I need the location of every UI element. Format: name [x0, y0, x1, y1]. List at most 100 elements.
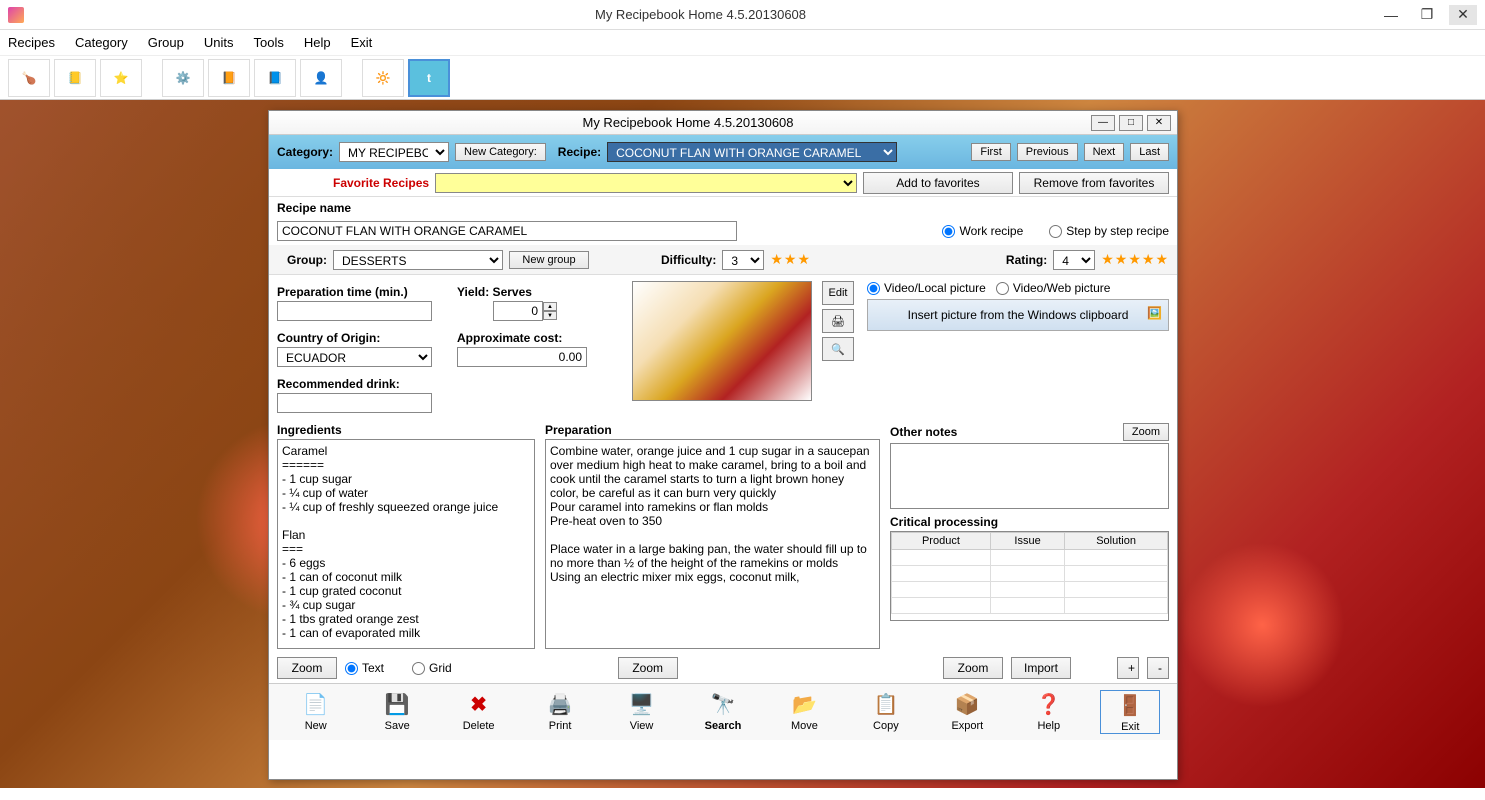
- ingredients-textarea[interactable]: Caramel ====== - 1 cup sugar - ¼ cup of …: [277, 439, 535, 649]
- grid-radio[interactable]: Grid: [412, 661, 452, 675]
- print-picture-icon[interactable]: 🖨: [822, 309, 854, 333]
- save-button[interactable]: 💾Save: [367, 690, 427, 734]
- view-button[interactable]: 🖥️View: [612, 690, 672, 734]
- rating-select[interactable]: 4: [1053, 250, 1095, 270]
- help-button[interactable]: ❓Help: [1019, 690, 1079, 734]
- notes-textarea[interactable]: [890, 443, 1169, 509]
- drink-input[interactable]: [277, 393, 432, 413]
- last-button[interactable]: Last: [1130, 143, 1169, 161]
- spinner-down-icon[interactable]: ▼: [543, 311, 557, 320]
- new-button[interactable]: 📄New: [286, 690, 346, 734]
- group-label: Group:: [277, 253, 327, 267]
- textareas-row: Ingredients Caramel ====== - 1 cup sugar…: [269, 419, 1177, 653]
- dialog-minimize-button[interactable]: —: [1091, 115, 1115, 131]
- notes-zoom-button[interactable]: Zoom: [1123, 423, 1169, 441]
- ingredients-zoom-button[interactable]: Zoom: [277, 657, 337, 679]
- step-recipe-radio[interactable]: Step by step recipe: [1049, 224, 1169, 238]
- recipe-label: Recipe:: [558, 145, 601, 159]
- difficulty-select[interactable]: 3: [722, 250, 764, 270]
- group-select[interactable]: DESSERTS: [333, 250, 503, 270]
- work-recipe-radio[interactable]: Work recipe: [942, 224, 1023, 238]
- critical-grid[interactable]: ProductIssueSolution: [890, 531, 1169, 621]
- next-button[interactable]: Next: [1084, 143, 1125, 161]
- export-icon: 📦: [951, 690, 983, 718]
- recipe-name-label: Recipe name: [277, 201, 351, 215]
- previous-button[interactable]: Previous: [1017, 143, 1078, 161]
- export-button[interactable]: 📦Export: [937, 690, 997, 734]
- delete-button[interactable]: ✖Delete: [449, 690, 509, 734]
- critical-zoom-button[interactable]: Zoom: [943, 657, 1003, 679]
- edit-button[interactable]: Edit: [822, 281, 854, 305]
- new-group-button[interactable]: New group: [509, 251, 589, 269]
- recipe-name-input[interactable]: [277, 221, 737, 241]
- preparation-zoom-button[interactable]: Zoom: [618, 657, 678, 679]
- preparation-label: Preparation: [545, 423, 612, 437]
- toolbar-favorites-icon[interactable]: ⭐: [100, 59, 142, 97]
- video-web-radio[interactable]: Video/Web picture: [996, 281, 1111, 295]
- cost-input[interactable]: [457, 347, 587, 367]
- move-button[interactable]: 📂Move: [774, 690, 834, 734]
- search-button[interactable]: 🔭Search: [693, 690, 753, 734]
- close-button[interactable]: ✕: [1449, 5, 1477, 25]
- menu-help[interactable]: Help: [304, 35, 331, 50]
- dialog-close-button[interactable]: ✕: [1147, 115, 1171, 131]
- toolbar-book2-icon[interactable]: 📘: [254, 59, 296, 97]
- preparation-textarea[interactable]: Combine water, orange juice and 1 cup su…: [545, 439, 880, 649]
- drink-label: Recommended drink:: [277, 377, 447, 391]
- menu-category[interactable]: Category: [75, 35, 128, 50]
- prep-time-input[interactable]: [277, 301, 432, 321]
- toolbar-notes-icon[interactable]: 📒: [54, 59, 96, 97]
- favorites-label: Favorite Recipes: [333, 176, 429, 190]
- minimize-button[interactable]: —: [1377, 5, 1405, 25]
- menu-tools[interactable]: Tools: [253, 35, 283, 50]
- remove-favorites-button[interactable]: Remove from favorites: [1019, 172, 1169, 194]
- import-button[interactable]: Import: [1011, 657, 1071, 679]
- menu-recipes[interactable]: Recipes: [8, 35, 55, 50]
- first-button[interactable]: First: [971, 143, 1010, 161]
- search-icon: 🔭: [707, 690, 739, 718]
- recipe-select[interactable]: COCONUT FLAN WITH ORANGE CARAMEL: [607, 142, 897, 162]
- help-icon: ❓: [1033, 690, 1065, 718]
- insert-picture-button[interactable]: Insert picture from the Windows clipboar…: [867, 299, 1169, 331]
- print-icon: 🖨️: [544, 690, 576, 718]
- menubar: Recipes Category Group Units Tools Help …: [0, 30, 1485, 56]
- toolbar-settings-icon[interactable]: ⚙️: [162, 59, 204, 97]
- notes-label: Other notes: [890, 425, 957, 439]
- print-button[interactable]: 🖨️Print: [530, 690, 590, 734]
- text-radio[interactable]: Text: [345, 661, 384, 675]
- spinner-up-icon[interactable]: ▲: [543, 302, 557, 311]
- ingredients-label: Ingredients: [277, 423, 342, 437]
- category-label: Category:: [277, 145, 333, 159]
- zoom-row: Zoom Text Grid Zoom Zoom Import + -: [269, 653, 1177, 683]
- toolbar-user-icon[interactable]: 👤: [300, 59, 342, 97]
- copy-button[interactable]: 📋Copy: [856, 690, 916, 734]
- col-issue: Issue: [990, 533, 1064, 550]
- maximize-button[interactable]: ❐: [1413, 5, 1441, 25]
- toolbar-gear-icon[interactable]: 🔆: [362, 59, 404, 97]
- plus-button[interactable]: +: [1117, 657, 1139, 679]
- new-category-button[interactable]: New Category:: [455, 143, 546, 161]
- add-favorites-button[interactable]: Add to favorites: [863, 172, 1013, 194]
- exit-button[interactable]: 🚪Exit: [1100, 690, 1160, 734]
- toolbar-recipes-icon[interactable]: 🍗: [8, 59, 50, 97]
- toolbar-twitter-icon[interactable]: t: [408, 59, 450, 97]
- new-icon: 📄: [300, 690, 332, 718]
- toolbar-book1-icon[interactable]: 📙: [208, 59, 250, 97]
- country-select[interactable]: ECUADOR: [277, 347, 432, 367]
- find-picture-icon[interactable]: 🔍: [822, 337, 854, 361]
- difficulty-stars: ★★★: [770, 251, 811, 268]
- menu-exit[interactable]: Exit: [351, 35, 373, 50]
- category-select[interactable]: MY RECIPEBOOK: [339, 142, 449, 162]
- main-titlebar: My Recipebook Home 4.5.20130608 — ❐ ✕: [0, 0, 1485, 30]
- menu-group[interactable]: Group: [148, 35, 184, 50]
- main-toolbar: 🍗 📒 ⭐ ⚙️ 📙 📘 👤 🔆 t: [0, 56, 1485, 100]
- save-icon: 💾: [381, 690, 413, 718]
- video-local-radio[interactable]: Video/Local picture: [867, 281, 986, 295]
- yield-spinner[interactable]: ▲▼: [457, 301, 557, 321]
- favorites-select[interactable]: [435, 173, 857, 193]
- minus-button[interactable]: -: [1147, 657, 1169, 679]
- menu-units[interactable]: Units: [204, 35, 234, 50]
- dialog-maximize-button[interactable]: □: [1119, 115, 1143, 131]
- category-recipe-row: Category: MY RECIPEBOOK New Category: Re…: [269, 135, 1177, 169]
- dialog-titlebar: My Recipebook Home 4.5.20130608 — □ ✕: [269, 111, 1177, 135]
